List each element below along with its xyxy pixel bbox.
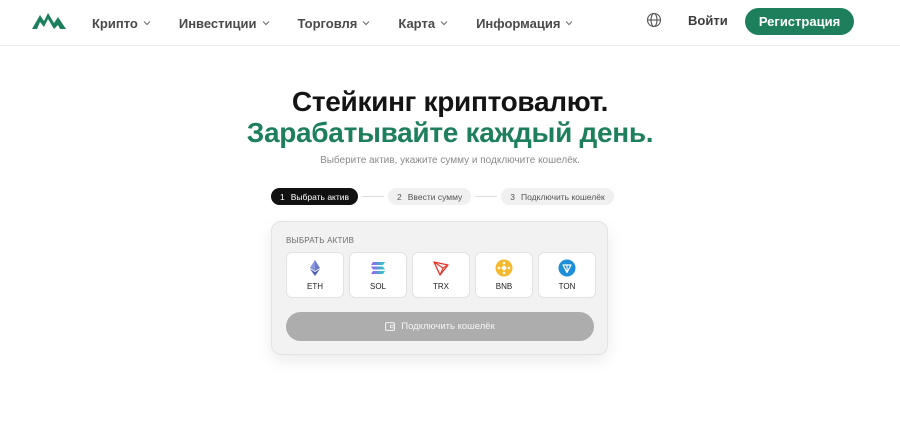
nav-item-investments[interactable]: Инвестиции (179, 16, 270, 31)
ethereum-icon (310, 260, 320, 276)
connect-wallet-button[interactable]: Подключить кошелёк (286, 312, 594, 341)
ton-icon (558, 259, 576, 277)
step-select-asset[interactable]: 1 Выбрать актив (271, 188, 359, 205)
step-connect-wallet[interactable]: 3 Подключить кошелёк (501, 188, 614, 205)
asset-list: ETH SOL TRX BNB TON (286, 252, 601, 298)
asset-option-trx[interactable]: TRX (412, 252, 470, 298)
asset-option-sol[interactable]: SOL (349, 252, 407, 298)
main-nav: Крипто Инвестиции Торговля Карта Информа… (92, 0, 601, 46)
staking-card: ВЫБРАТЬ АКТИВ ETH SOL TRX BNB TON Подклю… (271, 221, 608, 355)
step-label: Ввести сумму (407, 191, 463, 202)
asset-option-bnb[interactable]: BNB (475, 252, 533, 298)
asset-label: TRX (433, 282, 449, 291)
globe-icon[interactable] (646, 12, 662, 28)
login-link[interactable]: Войти (688, 13, 728, 28)
asset-option-eth[interactable]: ETH (286, 252, 344, 298)
step-divider (475, 196, 498, 197)
nav-item-label: Инвестиции (178, 15, 257, 31)
section-label: ВЫБРАТЬ АКТИВ (286, 236, 355, 245)
logo-icon[interactable] (32, 9, 66, 31)
chevron-down-icon (440, 21, 448, 26)
asset-label: BNB (495, 282, 513, 291)
step-divider (362, 196, 385, 197)
solana-icon (371, 262, 385, 274)
step-number: 3 (510, 191, 516, 202)
nav-item-label: Информация (476, 15, 561, 31)
step-number: 1 (280, 191, 285, 202)
chevron-down-icon (262, 21, 269, 26)
asset-label: SOL (369, 282, 386, 291)
hero-subtitle: Выберите актив, укажите сумму и подключи… (320, 155, 580, 166)
nav-item-trading[interactable]: Торговля (298, 16, 371, 31)
hero-title: Стейкинг криптовалют. (291, 86, 609, 117)
tron-icon (433, 261, 449, 276)
asset-label: TON (558, 282, 576, 291)
nav-item-card[interactable]: Карта (398, 16, 448, 31)
chevron-down-icon (565, 21, 573, 26)
nav-item-label: Торговля (297, 15, 358, 31)
step-label: Выбрать актив (290, 191, 350, 202)
step-enter-amount[interactable]: 2 Ввести сумму (388, 188, 472, 205)
nav-item-label: Крипто (92, 15, 138, 31)
connect-wallet-label: Подключить кошелёк (401, 321, 495, 332)
chevron-down-icon (362, 21, 370, 26)
top-header: Крипто Инвестиции Торговля Карта Информа… (0, 0, 900, 46)
nav-item-label: Карта (398, 15, 436, 31)
register-button[interactable]: Регистрация (745, 8, 854, 35)
wallet-icon (385, 322, 396, 331)
bnb-icon (495, 259, 513, 277)
chevron-down-icon (143, 21, 151, 26)
nav-item-information[interactable]: Информация (476, 16, 573, 31)
stepper: 1 Выбрать актив 2 Ввести сумму 3 Подключ… (271, 188, 614, 205)
hero-title-accent: Зарабатывайте каждый день. (246, 117, 654, 148)
nav-item-crypto[interactable]: Крипто (92, 16, 151, 31)
step-label: Подключить кошелёк (521, 191, 605, 202)
step-number: 2 (397, 191, 402, 202)
asset-label: ETH (307, 282, 323, 291)
asset-option-ton[interactable]: TON (538, 252, 596, 298)
